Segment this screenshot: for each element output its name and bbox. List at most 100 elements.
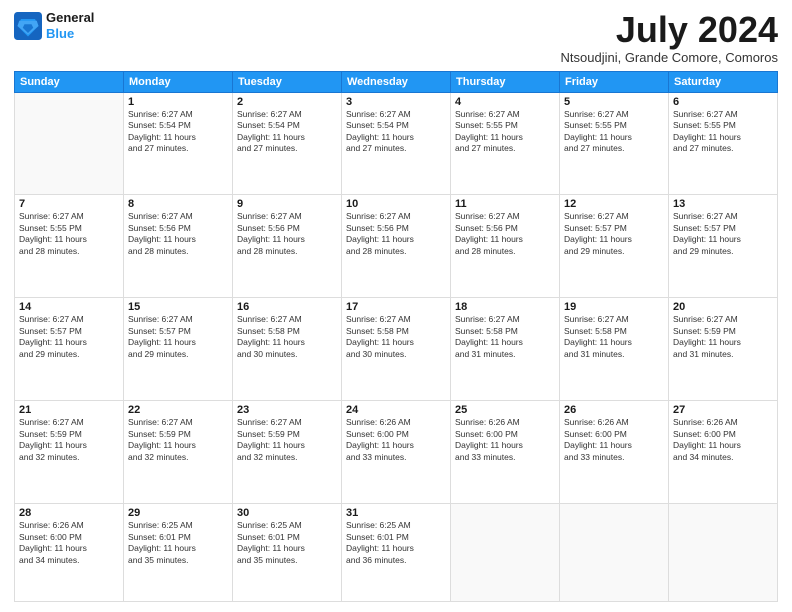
day-number: 5 (564, 96, 664, 108)
day-number: 30 (237, 507, 337, 519)
day-number: 21 (19, 404, 119, 416)
table-cell: 19Sunrise: 6:27 AMSunset: 5:58 PMDayligh… (560, 298, 669, 401)
col-thursday: Thursday (451, 71, 560, 92)
cell-info: Sunrise: 6:27 AMSunset: 5:58 PMDaylight:… (564, 314, 664, 360)
day-number: 25 (455, 404, 555, 416)
table-cell (560, 504, 669, 602)
table-cell: 18Sunrise: 6:27 AMSunset: 5:58 PMDayligh… (451, 298, 560, 401)
col-wednesday: Wednesday (342, 71, 451, 92)
table-cell (669, 504, 778, 602)
table-cell: 9Sunrise: 6:27 AMSunset: 5:56 PMDaylight… (233, 195, 342, 298)
day-number: 15 (128, 301, 228, 313)
table-cell: 28Sunrise: 6:26 AMSunset: 6:00 PMDayligh… (15, 504, 124, 602)
cell-info: Sunrise: 6:26 AMSunset: 6:00 PMDaylight:… (673, 417, 773, 463)
table-cell: 11Sunrise: 6:27 AMSunset: 5:56 PMDayligh… (451, 195, 560, 298)
cell-info: Sunrise: 6:27 AMSunset: 5:56 PMDaylight:… (455, 211, 555, 257)
week-row-2: 7Sunrise: 6:27 AMSunset: 5:55 PMDaylight… (15, 195, 778, 298)
day-number: 22 (128, 404, 228, 416)
cell-info: Sunrise: 6:27 AMSunset: 5:57 PMDaylight:… (19, 314, 119, 360)
cell-info: Sunrise: 6:27 AMSunset: 5:55 PMDaylight:… (455, 109, 555, 155)
cell-info: Sunrise: 6:27 AMSunset: 5:57 PMDaylight:… (673, 211, 773, 257)
cell-info: Sunrise: 6:27 AMSunset: 5:55 PMDaylight:… (673, 109, 773, 155)
cell-info: Sunrise: 6:27 AMSunset: 5:59 PMDaylight:… (673, 314, 773, 360)
table-cell: 30Sunrise: 6:25 AMSunset: 6:01 PMDayligh… (233, 504, 342, 602)
col-monday: Monday (124, 71, 233, 92)
table-cell: 2Sunrise: 6:27 AMSunset: 5:54 PMDaylight… (233, 92, 342, 195)
day-number: 3 (346, 96, 446, 108)
day-number: 16 (237, 301, 337, 313)
col-tuesday: Tuesday (233, 71, 342, 92)
cell-info: Sunrise: 6:26 AMSunset: 6:00 PMDaylight:… (564, 417, 664, 463)
day-number: 13 (673, 198, 773, 210)
table-cell: 16Sunrise: 6:27 AMSunset: 5:58 PMDayligh… (233, 298, 342, 401)
page: General Blue July 2024 Ntsoudjini, Grand… (0, 0, 792, 612)
day-number: 4 (455, 96, 555, 108)
day-number: 8 (128, 198, 228, 210)
cell-info: Sunrise: 6:27 AMSunset: 5:54 PMDaylight:… (237, 109, 337, 155)
cell-info: Sunrise: 6:27 AMSunset: 5:55 PMDaylight:… (564, 109, 664, 155)
table-cell: 3Sunrise: 6:27 AMSunset: 5:54 PMDaylight… (342, 92, 451, 195)
day-number: 7 (19, 198, 119, 210)
logo-icon (14, 12, 42, 40)
table-cell: 29Sunrise: 6:25 AMSunset: 6:01 PMDayligh… (124, 504, 233, 602)
day-number: 6 (673, 96, 773, 108)
table-cell: 25Sunrise: 6:26 AMSunset: 6:00 PMDayligh… (451, 401, 560, 504)
cell-info: Sunrise: 6:27 AMSunset: 5:55 PMDaylight:… (19, 211, 119, 257)
cell-info: Sunrise: 6:27 AMSunset: 5:58 PMDaylight:… (346, 314, 446, 360)
cell-info: Sunrise: 6:27 AMSunset: 5:56 PMDaylight:… (237, 211, 337, 257)
day-number: 28 (19, 507, 119, 519)
week-row-5: 28Sunrise: 6:26 AMSunset: 6:00 PMDayligh… (15, 504, 778, 602)
cell-info: Sunrise: 6:27 AMSunset: 5:58 PMDaylight:… (455, 314, 555, 360)
day-number: 23 (237, 404, 337, 416)
cell-info: Sunrise: 6:27 AMSunset: 5:59 PMDaylight:… (128, 417, 228, 463)
table-cell: 15Sunrise: 6:27 AMSunset: 5:57 PMDayligh… (124, 298, 233, 401)
day-number: 26 (564, 404, 664, 416)
week-row-4: 21 Sunrise: 6:27 AMSunset: 5:59 PMDayligh… (15, 401, 778, 504)
table-cell (15, 92, 124, 195)
table-cell: 4Sunrise: 6:27 AMSunset: 5:55 PMDaylight… (451, 92, 560, 195)
table-cell: 24Sunrise: 6:26 AMSunset: 6:00 PMDayligh… (342, 401, 451, 504)
weekday-header-row: Sunday Monday Tuesday Wednesday Thursday… (15, 71, 778, 92)
cell-info: Sunrise: 6:27 AMSunset: 5:56 PMDaylight:… (346, 211, 446, 257)
cell-info: Sunrise: 6:27 AMSunset: 5:57 PMDaylight:… (128, 314, 228, 360)
table-cell: 12Sunrise: 6:27 AMSunset: 5:57 PMDayligh… (560, 195, 669, 298)
header: General Blue July 2024 Ntsoudjini, Grand… (14, 10, 778, 65)
day-number: 20 (673, 301, 773, 313)
table-cell: 6Sunrise: 6:27 AMSunset: 5:55 PMDaylight… (669, 92, 778, 195)
month-title: July 2024 (561, 10, 778, 50)
day-number: 9 (237, 198, 337, 210)
cell-info: Sunrise: 6:26 AMSunset: 6:00 PMDaylight:… (455, 417, 555, 463)
title-block: July 2024 Ntsoudjini, Grande Comore, Com… (561, 10, 778, 65)
table-cell: 21Sunrise: 6:27 AMSunset: 5:59 PMDayligh… (15, 401, 124, 504)
week-row-3: 14Sunrise: 6:27 AMSunset: 5:57 PMDayligh… (15, 298, 778, 401)
day-number: 18 (455, 301, 555, 313)
table-cell: 22Sunrise: 6:27 AMSunset: 5:59 PMDayligh… (124, 401, 233, 504)
day-number: 10 (346, 198, 446, 210)
table-cell: 26Sunrise: 6:26 AMSunset: 6:00 PMDayligh… (560, 401, 669, 504)
table-cell: 7Sunrise: 6:27 AMSunset: 5:55 PMDaylight… (15, 195, 124, 298)
cell-info: Sunrise: 6:25 AMSunset: 6:01 PMDaylight:… (346, 520, 446, 566)
table-cell: 13Sunrise: 6:27 AMSunset: 5:57 PMDayligh… (669, 195, 778, 298)
table-cell: 27Sunrise: 6:26 AMSunset: 6:00 PMDayligh… (669, 401, 778, 504)
day-number: 17 (346, 301, 446, 313)
week-row-1: 1Sunrise: 6:27 AMSunset: 5:54 PMDaylight… (15, 92, 778, 195)
cell-info: Sunrise: 6:26 AMSunset: 6:00 PMDaylight:… (346, 417, 446, 463)
cell-info: Sunrise: 6:27 AMSunset: 5:59 PMDaylight:… (237, 417, 337, 463)
day-number: 14 (19, 301, 119, 313)
day-number: 27 (673, 404, 773, 416)
day-number: 11 (455, 198, 555, 210)
cell-info: Sunrise: 6:27 AMSunset: 5:58 PMDaylight:… (237, 314, 337, 360)
col-sunday: Sunday (15, 71, 124, 92)
calendar-table: Sunday Monday Tuesday Wednesday Thursday… (14, 71, 778, 602)
day-number: 12 (564, 198, 664, 210)
table-cell: 23Sunrise: 6:27 AMSunset: 5:59 PMDayligh… (233, 401, 342, 504)
col-friday: Friday (560, 71, 669, 92)
location-subtitle: Ntsoudjini, Grande Comore, Comoros (561, 50, 778, 65)
day-number: 24 (346, 404, 446, 416)
cell-info: Sunrise: 6:27 AMSunset: 5:54 PMDaylight:… (128, 109, 228, 155)
logo-text: General Blue (46, 10, 94, 41)
table-cell: 8Sunrise: 6:27 AMSunset: 5:56 PMDaylight… (124, 195, 233, 298)
table-cell: 14Sunrise: 6:27 AMSunset: 5:57 PMDayligh… (15, 298, 124, 401)
cell-info: Sunrise: 6:25 AMSunset: 6:01 PMDaylight:… (237, 520, 337, 566)
table-cell: 1Sunrise: 6:27 AMSunset: 5:54 PMDaylight… (124, 92, 233, 195)
